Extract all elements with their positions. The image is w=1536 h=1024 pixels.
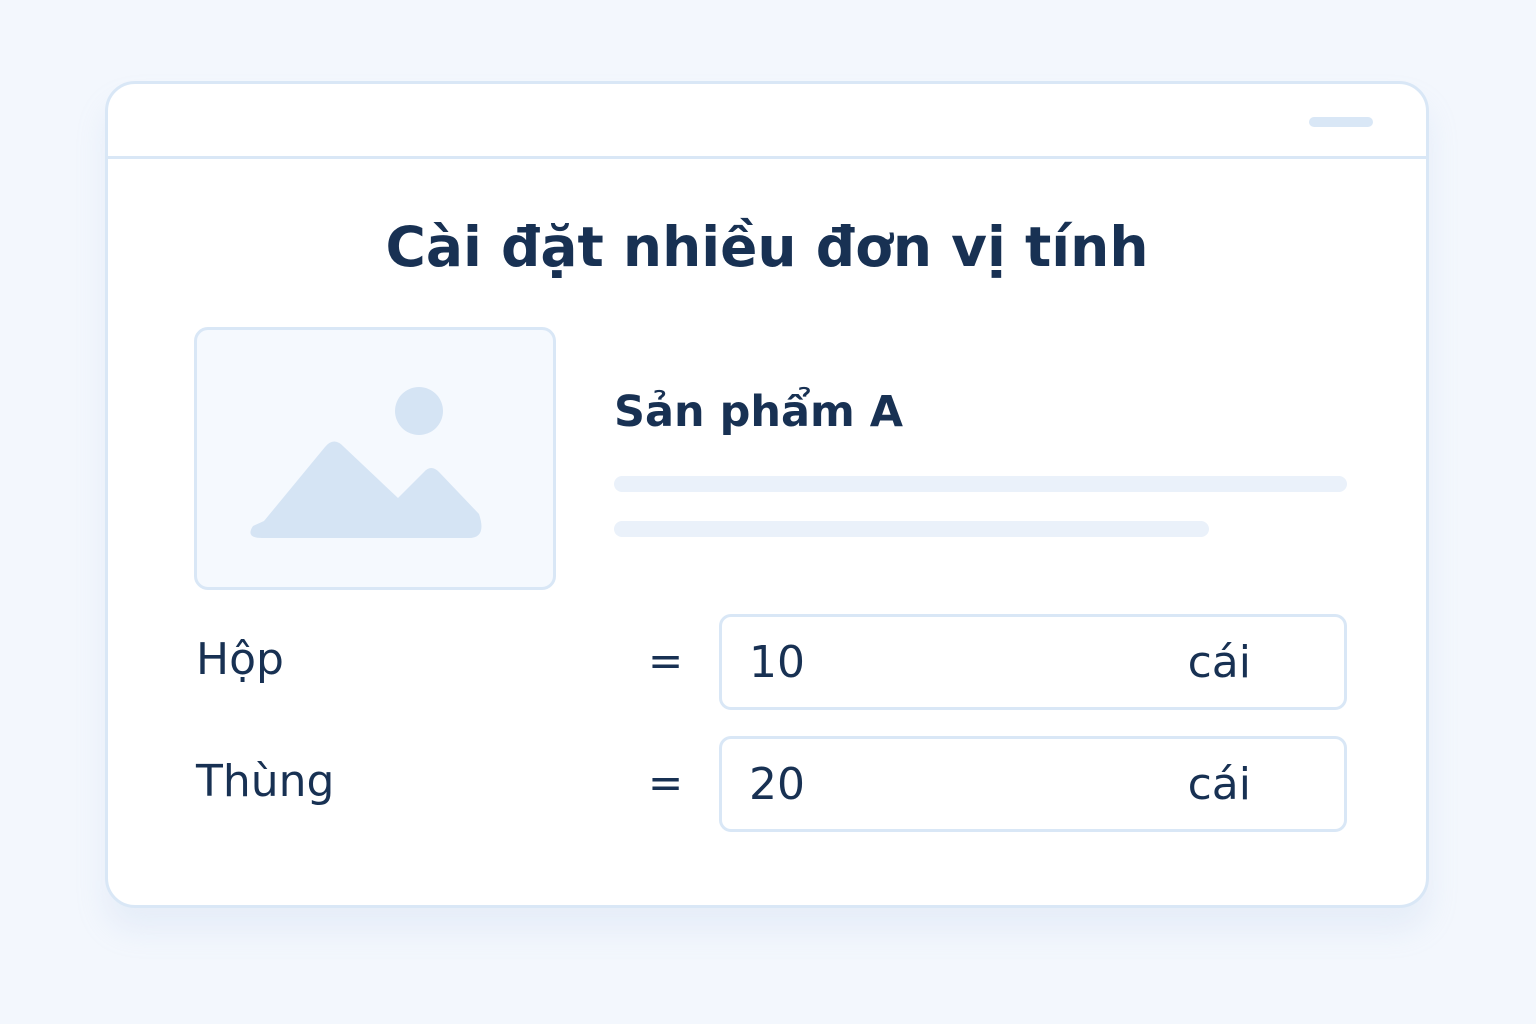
product-name: Sản phẩm A <box>614 387 904 437</box>
unit-settings-window: Cài đặt nhiều đơn vị tính Sản phẩm A Hộp… <box>105 81 1429 908</box>
base-unit-label: cái <box>1187 637 1251 688</box>
quantity-input[interactable]: 10 cái <box>719 614 1347 710</box>
quantity-value: 10 <box>749 637 805 688</box>
quantity-input[interactable]: 20 cái <box>719 736 1347 832</box>
quantity-value: 20 <box>749 759 805 810</box>
description-placeholder-line <box>614 521 1209 537</box>
product-image <box>194 327 556 590</box>
base-unit-label: cái <box>1187 759 1251 810</box>
window-titlebar <box>108 84 1426 159</box>
unit-label: Thùng <box>196 756 335 807</box>
unit-row-thung: Thùng = 20 cái <box>108 736 1426 832</box>
image-placeholder-icon <box>250 387 482 538</box>
unit-row-hop: Hộp = 10 cái <box>108 614 1426 710</box>
window-control-pill[interactable] <box>1309 117 1373 127</box>
equals-sign: = <box>648 636 684 685</box>
unit-label: Hộp <box>196 634 284 685</box>
page-title: Cài đặt nhiều đơn vị tính <box>385 215 1149 279</box>
equals-sign: = <box>648 758 684 807</box>
description-placeholder-line <box>614 476 1347 492</box>
